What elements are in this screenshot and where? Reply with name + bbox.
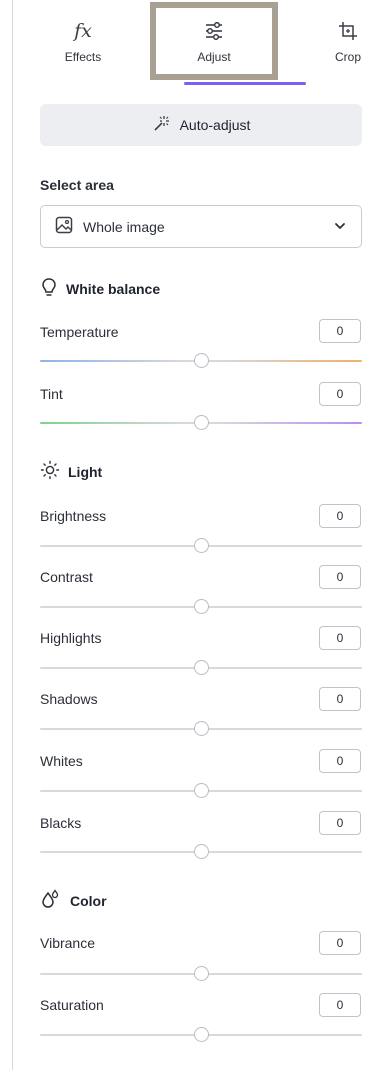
shadows-label: Shadows bbox=[40, 691, 98, 707]
color-drops-icon bbox=[40, 889, 62, 912]
whites-label: Whites bbox=[40, 753, 83, 769]
lightbulb-icon bbox=[40, 277, 58, 300]
vibrance-slider-thumb[interactable] bbox=[194, 966, 209, 981]
saturation-slider-thumb[interactable] bbox=[194, 1027, 209, 1042]
highlights-label: Highlights bbox=[40, 630, 102, 646]
blacks-label: Blacks bbox=[40, 815, 82, 831]
light-title: Light bbox=[68, 463, 103, 480]
shadows-slider-thumb[interactable] bbox=[194, 721, 209, 736]
chevron-down-icon bbox=[333, 219, 347, 236]
select-area-label: Select area bbox=[40, 177, 114, 193]
contrast-label: Contrast bbox=[40, 569, 93, 585]
color-title: Color bbox=[70, 892, 107, 909]
adjust-highlight-frame bbox=[150, 2, 278, 80]
shadows-value-input[interactable]: 0 bbox=[319, 687, 361, 711]
brightness-value-input[interactable]: 0 bbox=[319, 504, 361, 528]
tab-crop[interactable]: Crop bbox=[313, 0, 378, 82]
tab-bar: fx Effects Adjust Crop bbox=[13, 0, 378, 90]
auto-adjust-label: Auto-adjust bbox=[179, 117, 251, 133]
tab-crop-label: Crop bbox=[334, 50, 361, 64]
auto-adjust-button[interactable]: Auto-adjust bbox=[40, 104, 362, 146]
saturation-value-input[interactable]: 0 bbox=[319, 993, 361, 1017]
whites-slider-thumb[interactable] bbox=[194, 783, 209, 798]
color-heading: Color bbox=[40, 889, 107, 912]
light-heading: Light bbox=[40, 460, 102, 483]
whites-value-input[interactable]: 0 bbox=[319, 749, 361, 773]
tint-slider-thumb[interactable] bbox=[194, 415, 209, 430]
brightness-label: Brightness bbox=[40, 508, 107, 524]
saturation-label: Saturation bbox=[40, 997, 104, 1013]
blacks-value-input[interactable]: 0 bbox=[319, 811, 361, 835]
temperature-value-input[interactable]: 0 bbox=[319, 319, 361, 343]
blacks-slider-thumb[interactable] bbox=[194, 844, 209, 859]
white-balance-title: White balance bbox=[66, 280, 161, 297]
active-tab-indicator bbox=[184, 82, 306, 85]
temperature-slider-thumb[interactable] bbox=[194, 353, 209, 368]
temperature-label: Temperature bbox=[40, 324, 119, 340]
sun-icon bbox=[40, 460, 60, 483]
magic-wand-icon bbox=[152, 115, 170, 136]
panel-divider bbox=[12, 0, 13, 1070]
white-balance-heading: White balance bbox=[40, 277, 160, 300]
highlights-value-input[interactable]: 0 bbox=[319, 626, 361, 650]
tint-label: Tint bbox=[40, 386, 63, 402]
highlights-slider-thumb[interactable] bbox=[194, 660, 209, 675]
image-icon bbox=[55, 216, 73, 237]
tint-value-input[interactable]: 0 bbox=[319, 382, 361, 406]
select-area-dropdown[interactable]: Whole image bbox=[40, 205, 362, 248]
select-area-value: Whole image bbox=[83, 218, 165, 235]
vibrance-value-input[interactable]: 0 bbox=[319, 931, 361, 955]
tab-effects[interactable]: fx Effects bbox=[33, 0, 133, 82]
vibrance-label: Vibrance bbox=[40, 935, 96, 951]
contrast-slider-thumb[interactable] bbox=[194, 599, 209, 614]
fx-icon: fx bbox=[74, 20, 92, 42]
crop-icon bbox=[338, 18, 358, 44]
contrast-value-input[interactable]: 0 bbox=[319, 565, 361, 589]
brightness-slider-thumb[interactable] bbox=[194, 538, 209, 553]
tab-effects-label: Effects bbox=[64, 50, 102, 64]
adjust-panel: fx Effects Adjust Crop Auto-adjust Selec… bbox=[0, 0, 378, 1070]
